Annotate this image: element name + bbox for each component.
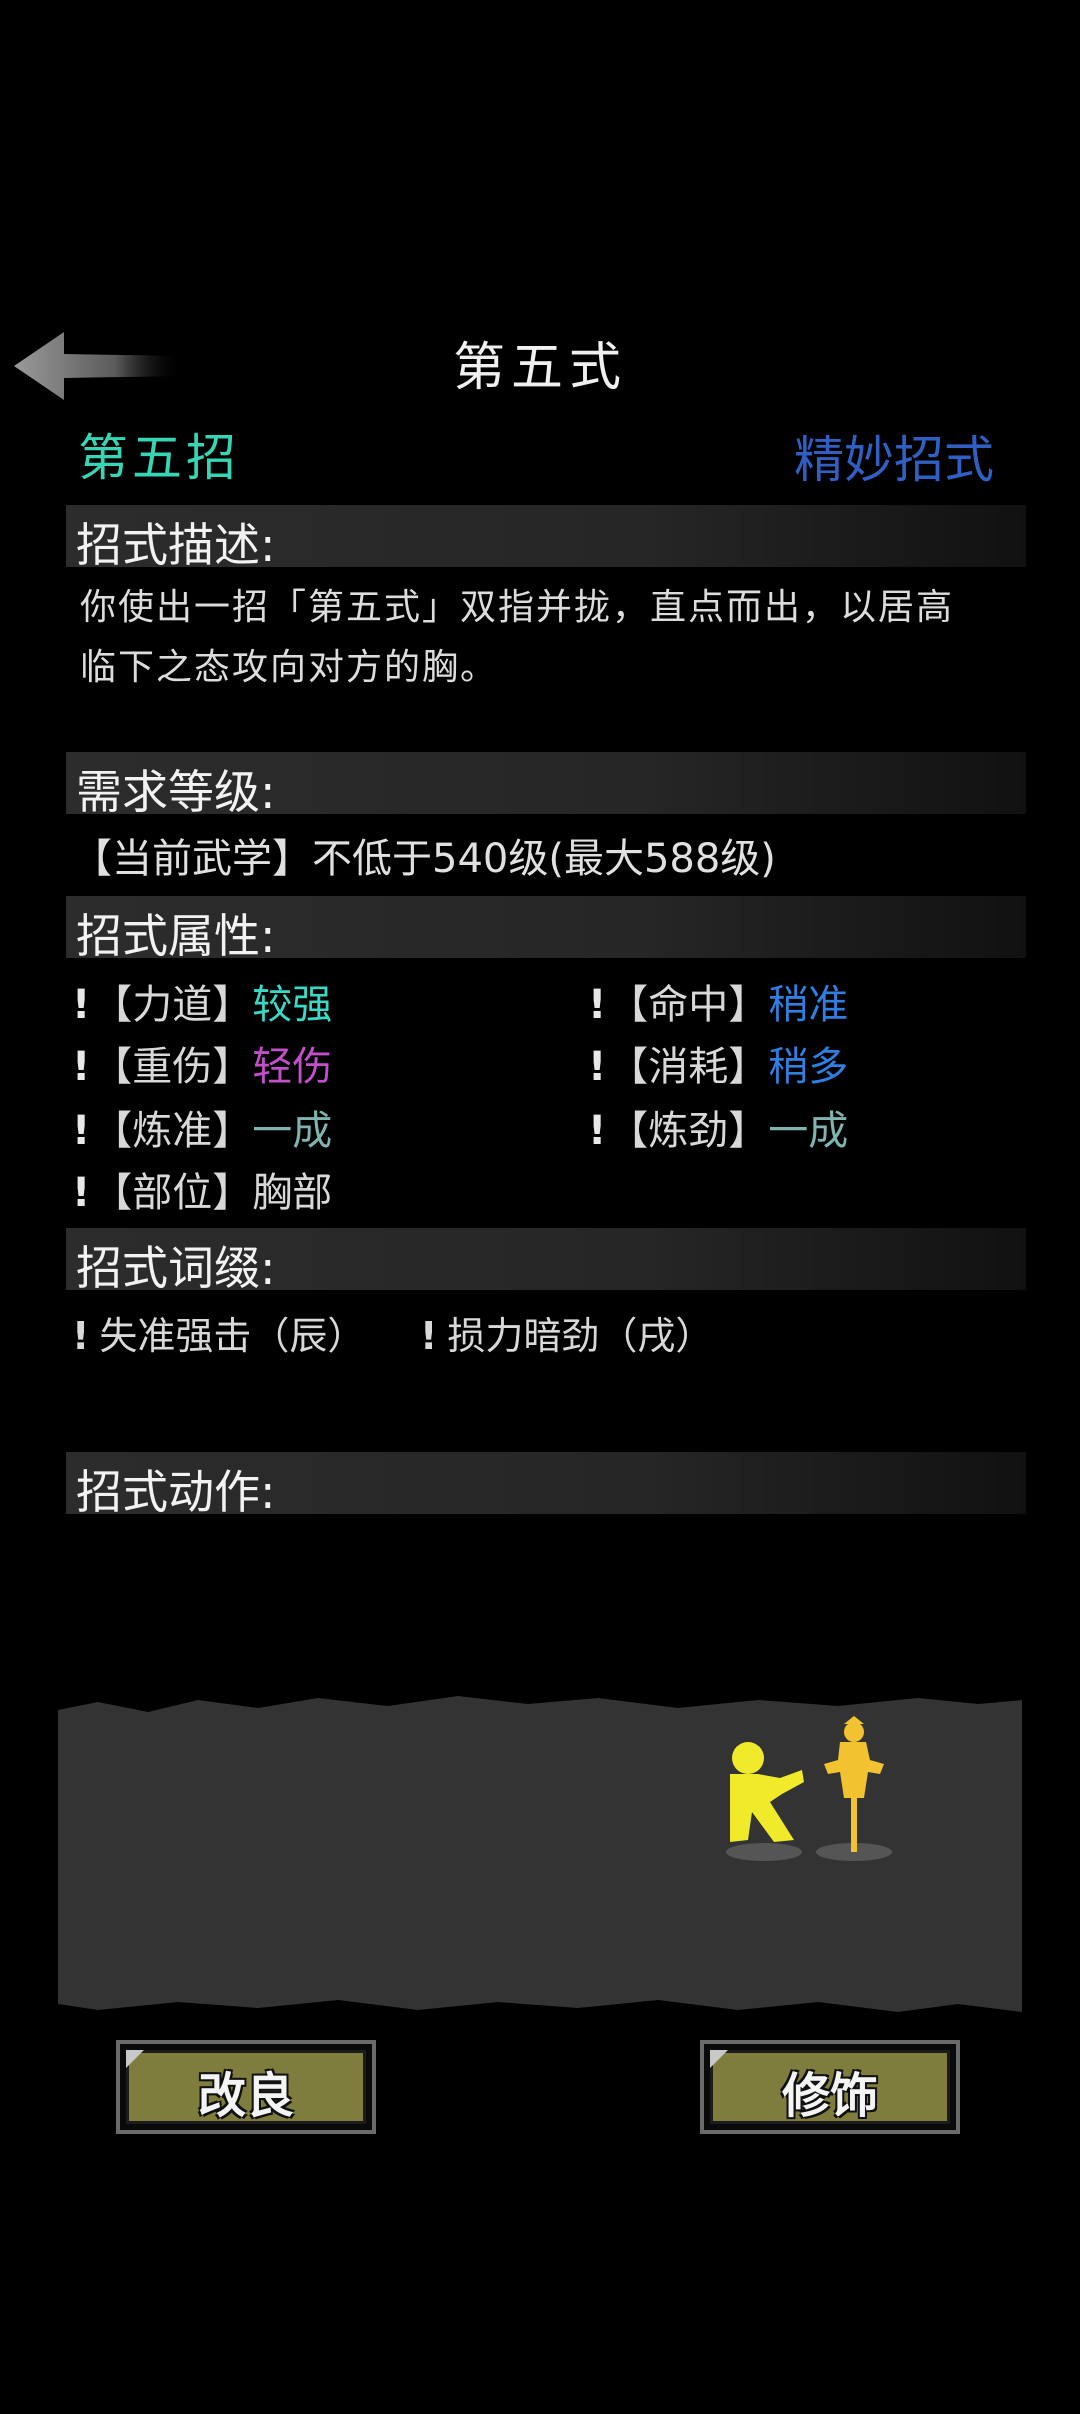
level-requirement: 【当前武学】不低于540级(最大588级) [72,836,776,882]
info-icon: ! [72,982,91,1028]
section-title: 招式属性: [76,909,276,963]
attribute-refine-accuracy: !【炼准】一成 [72,1108,333,1154]
section-title: 需求等级: [76,765,276,819]
improve-button-label: 改良 [197,2068,294,2124]
move-name: 第五招 [78,429,240,487]
section-title: 招式描述: [76,518,276,572]
section-header-action: 招式动作: [66,1452,1026,1519]
section-header-affixes: 招式词缀: [66,1228,1026,1295]
info-icon: ! [72,1044,91,1090]
section-header-attributes: 招式属性: [66,896,1026,963]
info-icon: ! [420,1314,438,1358]
decorate-button-label: 修饰 [781,2068,878,2124]
attribute-target: !【部位】胸部 [72,1170,333,1216]
info-icon: ! [588,1044,607,1090]
info-icon: ! [72,1170,91,1216]
fighter-shadow [726,1843,802,1861]
page-title: 第五式 [452,338,627,398]
info-icon: ! [588,982,607,1028]
attribute-refine-power: !【炼劲】一成 [588,1108,849,1154]
section-header-requirement: 需求等级: [66,752,1026,819]
attribute-strength: !【力道】较强 [72,982,333,1028]
affix-item[interactable]: ! 损力暗劲（戌） [420,1305,713,1360]
info-icon: ! [588,1108,607,1154]
info-icon: ! [72,1108,91,1154]
move-grade: 精妙招式 [794,431,994,489]
section-title: 招式词缀: [76,1241,276,1295]
attribute-cost: !【消耗】稍多 [588,1044,849,1090]
attribute-accuracy: !【命中】稍准 [588,982,849,1028]
affix-item[interactable]: ! 失准强击（辰） [72,1305,365,1360]
section-header-description: 招式描述: [66,505,1026,572]
info-icon: ! [72,1314,90,1358]
move-description: 你使出一招「第五式」双指并拢，直点而出，以居高临下之态攻向对方的胸。 [80,587,955,688]
section-title: 招式动作: [76,1465,276,1519]
improve-button[interactable]: 改良 [116,2040,376,2134]
decorate-button[interactable]: 修饰 [700,2040,960,2134]
action-preview-stage [58,1690,1022,2020]
attribute-injury: !【重伤】轻伤 [72,1044,333,1090]
